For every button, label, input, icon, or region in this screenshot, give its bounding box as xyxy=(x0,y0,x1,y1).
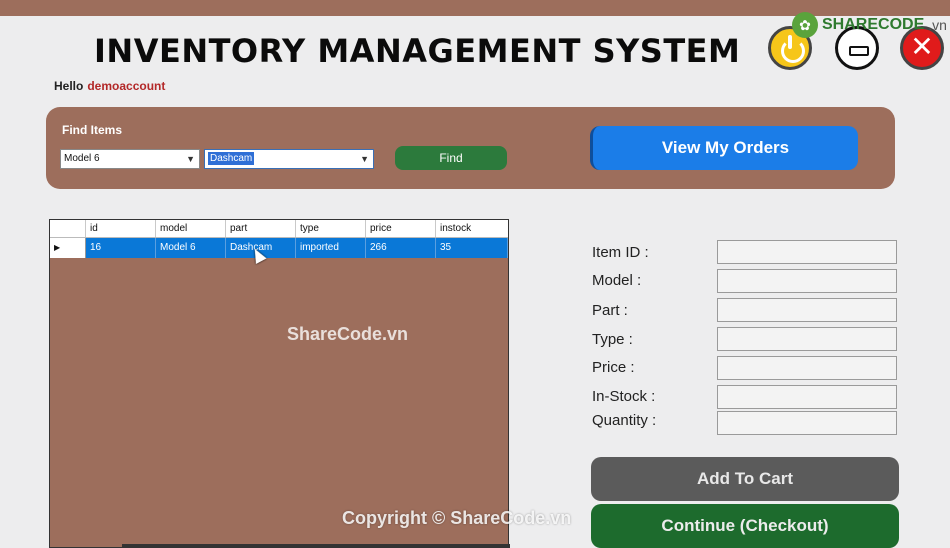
model-combobox-value: Model 6 xyxy=(64,153,100,164)
add-to-cart-button[interactable]: Add To Cart xyxy=(591,457,899,501)
watermark-logo-text: SHARECODE xyxy=(822,16,925,33)
instock-label: In-Stock : xyxy=(592,388,656,405)
watermark-logo: ✿ SHARECODE .vn xyxy=(792,10,947,40)
part-combobox[interactable]: Dashcam ▼ xyxy=(204,149,374,169)
cell-type[interactable]: imported xyxy=(296,238,366,258)
grid-horizontal-scrollbar[interactable] xyxy=(122,544,510,548)
greeting-prefix: Hello xyxy=(54,79,84,93)
cell-instock[interactable]: 35 xyxy=(436,238,508,258)
checkout-button[interactable]: Continue (Checkout) xyxy=(591,504,899,548)
view-my-orders-button[interactable]: View My Orders xyxy=(590,126,858,170)
app-title: INVENTORY MANAGEMENT SYSTEM xyxy=(94,32,741,70)
find-panel: Find Items Model 6 ▼ Dashcam ▼ Find View… xyxy=(46,107,895,189)
item-id-label: Item ID : xyxy=(592,244,649,261)
grid-header: id model part type price instock xyxy=(50,220,508,238)
cell-model[interactable]: Model 6 xyxy=(156,238,226,258)
greeting-username: demoaccount xyxy=(87,79,166,93)
row-selector-icon[interactable]: ▶ xyxy=(50,238,86,258)
find-button[interactable]: Find xyxy=(395,146,507,170)
part-combobox-value: Dashcam xyxy=(208,152,255,165)
cell-id[interactable]: 16 xyxy=(86,238,156,258)
type-label: Type : xyxy=(592,331,633,348)
copyright-watermark: Copyright © ShareCode.vn xyxy=(342,508,572,528)
chevron-down-icon[interactable]: ▼ xyxy=(186,150,195,168)
grid-header-part[interactable]: part xyxy=(226,220,296,237)
instock-field[interactable] xyxy=(717,385,897,409)
type-field[interactable] xyxy=(717,327,897,351)
watermark-logo-suffix: .vn xyxy=(928,17,947,33)
center-watermark: ShareCode.vn xyxy=(287,324,409,344)
part-field[interactable] xyxy=(717,298,897,322)
grid-header-model[interactable]: model xyxy=(156,220,226,237)
find-items-label: Find Items xyxy=(62,123,123,137)
grid-header-instock[interactable]: instock xyxy=(436,220,508,237)
greeting: Hello demoaccount xyxy=(54,79,165,93)
model-label: Model : xyxy=(592,272,642,289)
items-grid[interactable]: id model part type price instock ▶ 16 Mo… xyxy=(49,219,509,548)
model-field[interactable] xyxy=(717,269,897,293)
item-id-field[interactable] xyxy=(717,240,897,264)
quantity-field[interactable] xyxy=(717,411,897,435)
sharecode-logo-icon: ✿ xyxy=(792,12,818,38)
grid-header-selector xyxy=(50,220,86,237)
grid-header-id[interactable]: id xyxy=(86,220,156,237)
part-label: Part : xyxy=(592,302,628,319)
table-row[interactable]: ▶ 16 Model 6 Dashcam imported 266 35 xyxy=(50,238,508,258)
model-combobox[interactable]: Model 6 ▼ xyxy=(60,149,200,169)
chevron-down-icon[interactable]: ▼ xyxy=(360,150,369,168)
cell-price[interactable]: 266 xyxy=(366,238,436,258)
grid-header-type[interactable]: type xyxy=(296,220,366,237)
grid-header-price[interactable]: price xyxy=(366,220,436,237)
price-field[interactable] xyxy=(717,356,897,380)
quantity-label: Quantity : xyxy=(592,412,657,429)
price-label: Price : xyxy=(592,359,635,376)
